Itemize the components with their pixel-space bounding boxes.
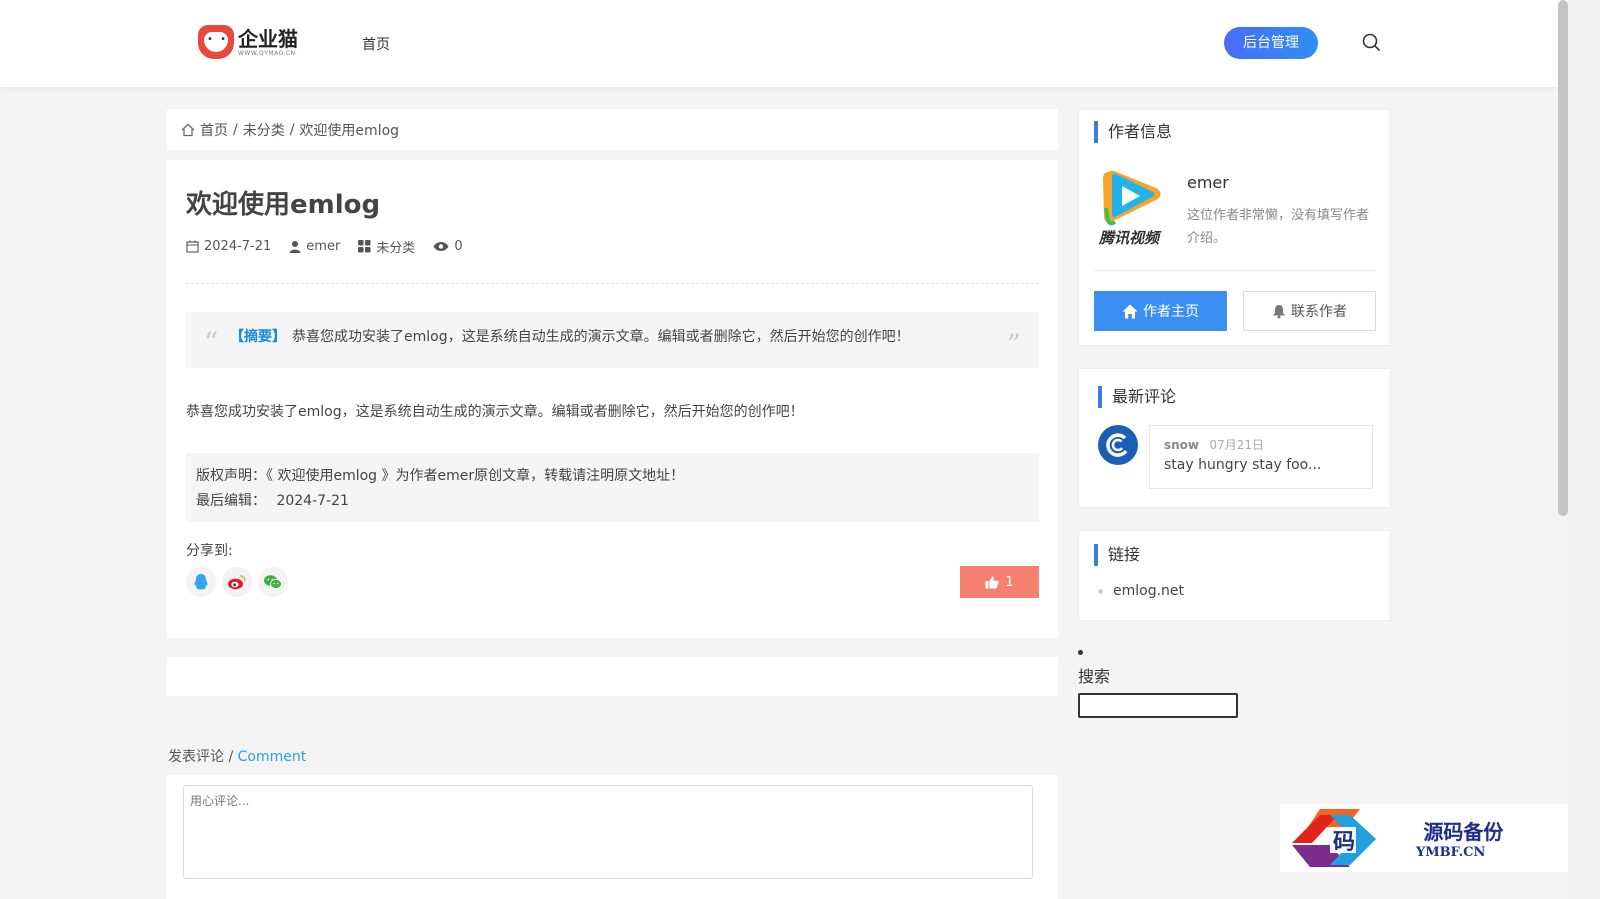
comment-textarea[interactable]: [183, 785, 1033, 879]
comment-form-card: [167, 775, 1058, 899]
meta-author[interactable]: emer: [289, 239, 340, 254]
share-wechat-button[interactable]: [258, 567, 288, 597]
house-icon: [1122, 304, 1138, 318]
article-meta: 2024-7-21 emer 未分类 0: [186, 237, 463, 256]
like-count: 1: [1005, 574, 1014, 590]
scrollbar-thumb[interactable]: [1558, 0, 1568, 516]
summary-text: 恭喜您成功安装了emlog，这是系统自动生成的演示文章。编辑或者删除它，然后开始…: [292, 329, 910, 345]
watermark-logo-icon: 码: [1290, 807, 1410, 869]
site-logo[interactable]: 企业猫 WWW.QYMAO.CN: [198, 25, 298, 59]
top-header: 企业猫 WWW.QYMAO.CN 首页 后台管理: [0, 0, 1568, 87]
links-title: 链接: [1094, 544, 1140, 566]
comment-user: snow: [1164, 438, 1200, 452]
admin-button[interactable]: 后台管理: [1224, 27, 1318, 59]
comment-heading: 发表评论 / Comment: [168, 749, 307, 765]
scrollbar-track[interactable]: [1568, 0, 1600, 899]
latest-comments-widget: 最新评论 snow 07月21日 stay hungry stay foo...: [1078, 368, 1391, 508]
close-quote-icon: ”: [1006, 328, 1021, 361]
article-summary: “ 【摘要】 恭喜您成功安装了emlog，这是系统自动生成的演示文章。编辑或者删除…: [186, 312, 1039, 368]
author-widget: 作者信息 腾讯视频 emer 这位作者非常懒，没有填写作者介绍。 作者主页 联系…: [1078, 109, 1391, 346]
home-icon: [181, 123, 195, 136]
cat-logo-icon: [198, 25, 234, 59]
nav-home-link[interactable]: 首页: [362, 34, 390, 54]
list-bullet: [1098, 588, 1103, 594]
related-posts-card: [167, 657, 1058, 696]
article-title: 欢迎使用emlog: [186, 190, 381, 220]
breadcrumb-current: 欢迎使用emlog: [299, 122, 400, 139]
tencent-video-logo-icon: 腾讯视频: [1098, 170, 1162, 247]
contact-author-button[interactable]: 联系作者: [1243, 291, 1376, 331]
qq-icon: [194, 574, 208, 590]
copyright-box: 版权声明：《 欢迎使用emlog 》为作者emer原创文章，转载请注明原文地址！…: [186, 453, 1039, 522]
latest-comment-item[interactable]: snow 07月21日 stay hungry stay foo...: [1149, 425, 1373, 489]
sidebar-search-input[interactable]: [1078, 693, 1238, 718]
author-name: emer: [1187, 173, 1229, 192]
share-weibo-button[interactable]: [222, 567, 252, 597]
eye-icon: [433, 242, 449, 251]
wechat-icon: [264, 575, 282, 589]
user-icon: [289, 241, 301, 253]
meta-divider: [186, 283, 1039, 284]
breadcrumb-home[interactable]: 首页: [200, 120, 228, 140]
breadcrumb: 首页 / 未分类 / 欢迎使用emlog: [167, 109, 1058, 150]
logo-name: 企业猫: [238, 26, 298, 51]
article-card: 欢迎使用emlog 2024-7-21 emer 未分类 0 “ 【摘要】 恭喜…: [167, 160, 1058, 638]
avatar-caption: 腾讯视频: [1098, 229, 1162, 247]
meta-views: 0: [433, 239, 463, 254]
search-widget-title: 搜索: [1078, 667, 1111, 686]
author-widget-title: 作者信息: [1094, 121, 1172, 143]
search-icon[interactable]: [1362, 33, 1380, 51]
author-home-button[interactable]: 作者主页: [1094, 291, 1227, 331]
logo-subtitle: WWW.QYMAO.CN: [238, 49, 296, 57]
last-edit-line: 最后编辑： 2024-7-21: [196, 493, 349, 509]
watermark: 码 源码备份 YMBF.CN: [1280, 804, 1568, 872]
bell-icon: [1273, 304, 1285, 318]
open-quote-icon: “: [204, 326, 219, 359]
author-bio: 这位作者非常懒，没有填写作者介绍。: [1187, 208, 1370, 246]
meta-category[interactable]: 未分类: [358, 237, 415, 256]
share-icons: [186, 567, 288, 597]
thumbs-up-icon: [985, 576, 999, 588]
author-avatar[interactable]: 腾讯视频: [1098, 168, 1168, 248]
grid-icon: [358, 240, 371, 253]
watermark-en: YMBF.CN: [1416, 845, 1486, 860]
latest-comments-title: 最新评论: [1098, 386, 1176, 408]
watermark-glyph: 码: [1333, 829, 1355, 855]
share-qq-button[interactable]: [186, 567, 216, 597]
link-item[interactable]: emlog.net: [1098, 583, 1184, 599]
author-divider: [1094, 270, 1376, 271]
commenter-avatar[interactable]: [1098, 425, 1138, 465]
list-bullet: [1078, 650, 1083, 655]
calendar-icon: [186, 240, 199, 253]
summary-tag: 【摘要】: [230, 329, 286, 345]
breadcrumb-separator: /: [289, 121, 295, 138]
copyright-line: 版权声明：《 欢迎使用emlog 》为作者emer原创文章，转载请注明原文地址！: [196, 468, 685, 484]
article-content: 恭喜您成功安装了emlog，这是系统自动生成的演示文章。编辑或者删除它，然后开始…: [186, 404, 804, 420]
comment-text: stay hungry stay foo...: [1164, 457, 1322, 473]
breadcrumb-separator: /: [233, 121, 238, 138]
share-label: 分享到:: [186, 543, 233, 559]
like-button[interactable]: 1: [960, 566, 1039, 598]
breadcrumb-category[interactable]: 未分类: [243, 120, 285, 140]
watermark-cn: 源码备份: [1423, 820, 1504, 844]
links-widget: 链接 emlog.net: [1078, 530, 1391, 621]
meta-date: 2024-7-21: [186, 239, 271, 254]
weibo-icon: [228, 575, 246, 590]
comment-date: 07月21日: [1209, 438, 1265, 452]
commenter-logo-icon: [1106, 433, 1128, 457]
